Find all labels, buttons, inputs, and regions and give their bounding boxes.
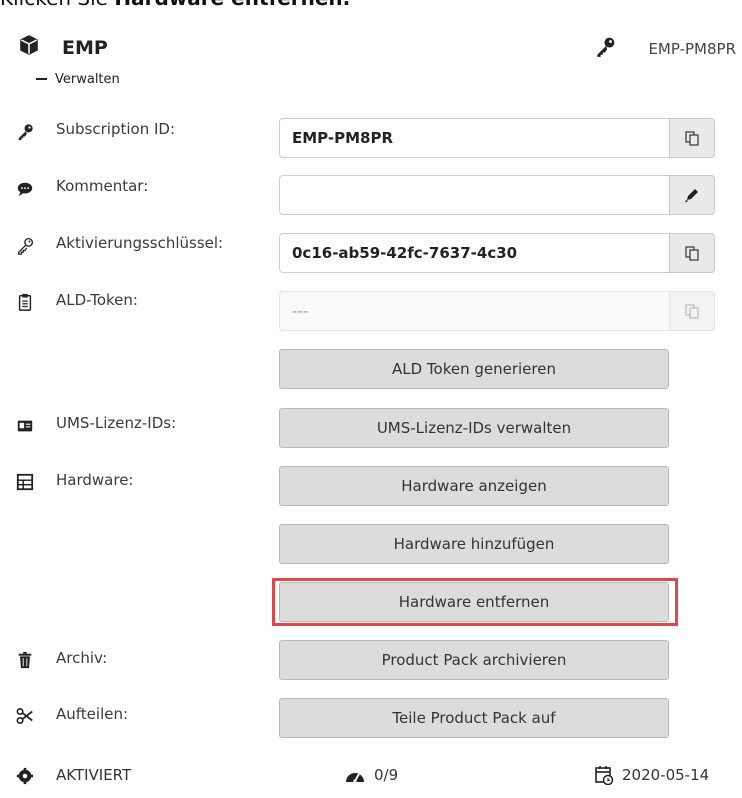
copy-button[interactable] [669,118,715,158]
highlight-box [272,578,678,626]
product-code: EMP-PM8PR [648,40,736,58]
aktivierungsschluessel-label: Aktivierungsschlüssel: [56,234,224,252]
date-text: 2020-05-14 [622,766,710,784]
copy-button-disabled [669,291,715,331]
speedometer-icon [346,773,364,783]
status-gear-icon [16,767,34,785]
ald-token-field: --- [279,291,669,331]
manage-toggle[interactable]: Verwalten [36,72,120,87]
calendar-clock-icon [595,766,614,785]
cube-icon [20,35,38,55]
instruction-text: Klicken Sie Hardware entfernen. [0,0,350,10]
copy-button[interactable] [669,233,715,273]
kommentar-field[interactable] [279,175,669,215]
aufteilen-label: Aufteilen: [56,705,129,723]
key-icon [18,124,33,141]
pencil-icon [684,189,698,203]
copy-icon [685,304,699,319]
hardware-table-icon [16,473,34,491]
aktivierungsschluessel-field[interactable]: 0c16-ab59-42fc-7637-4c30 [279,233,669,273]
archive-button[interactable]: Product Pack archivieren [279,640,669,680]
instruction-prefix: Klicken Sie [0,0,114,10]
subscription-id-field[interactable]: EMP-PM8PR [279,118,669,158]
split-button[interactable]: Teile Product Pack auf [279,698,669,738]
kommentar-label: Kommentar: [56,177,149,195]
subscription-id-label: Subscription ID: [56,120,175,138]
id-card-icon [17,420,33,432]
usage-count: 0/9 [374,766,399,784]
manage-label: Verwalten [55,72,120,87]
card-title: EMP [62,37,108,59]
copy-icon [685,131,699,146]
clipboard-icon [18,293,32,311]
copy-icon [685,246,699,261]
scissors-icon [16,707,33,725]
hardware-show-button[interactable]: Hardware anzeigen [279,466,669,506]
instruction-bold: Hardware entfernen. [114,0,350,10]
key-icon [597,37,615,57]
ums-manage-button[interactable]: UMS-Lizenz-IDs verwalten [279,408,669,448]
archiv-label: Archiv: [56,649,108,667]
status-text: AKTIVIERT [56,766,132,784]
key-outline-icon [18,237,34,255]
hardware-add-button[interactable]: Hardware hinzufügen [279,524,669,564]
ald-token-generate-button[interactable]: ALD Token generieren [279,349,669,389]
comment-icon [17,182,33,197]
ums-label: UMS-Lizenz-IDs: [56,414,177,432]
minus-icon [36,77,47,80]
ald-token-label: ALD-Token: [56,291,138,309]
hardware-label: Hardware: [56,471,134,489]
edit-button[interactable] [669,175,715,215]
trash-icon [18,651,32,669]
